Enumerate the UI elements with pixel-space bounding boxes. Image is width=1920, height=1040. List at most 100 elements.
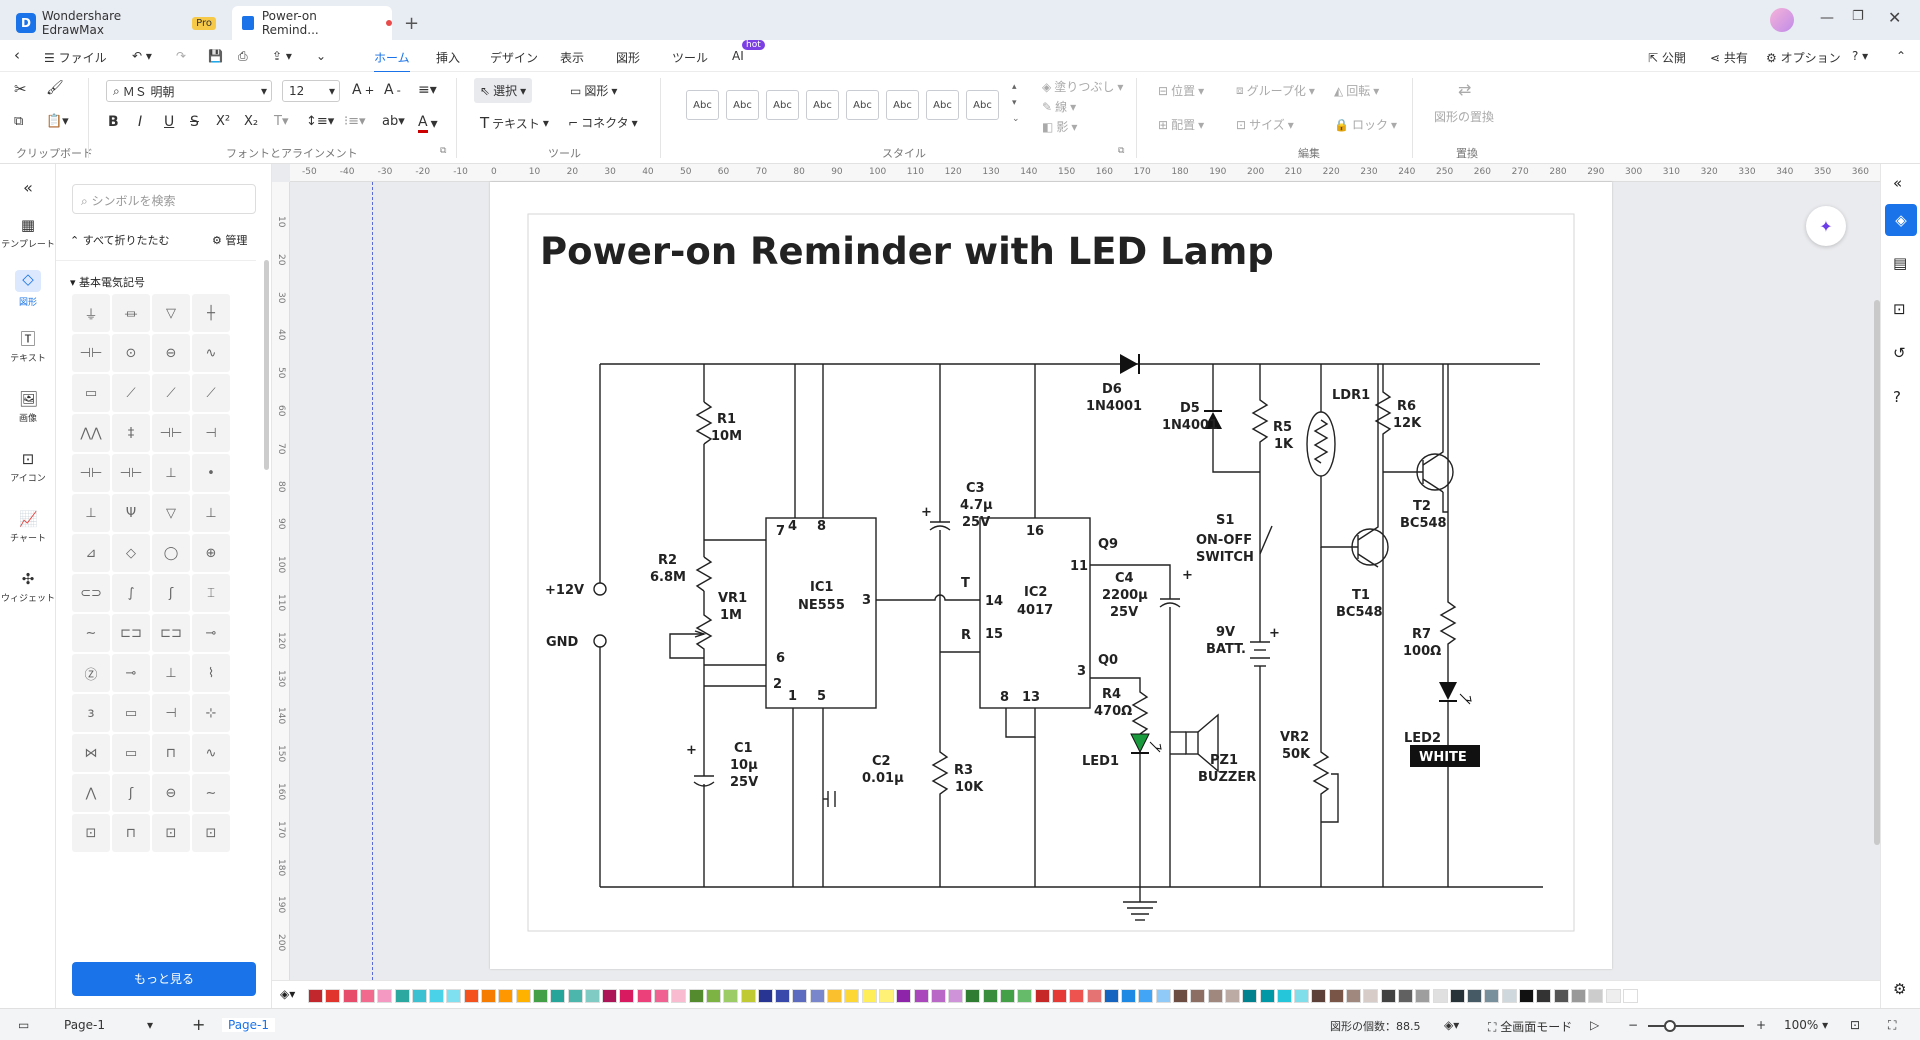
symbol-item[interactable]: ⊥: [152, 654, 190, 692]
symbol-item[interactable]: Ψ: [112, 494, 150, 532]
sidebar-item-chart[interactable]: 📈 チャート: [0, 510, 56, 544]
share-button[interactable]: ⋖ 共有: [1710, 49, 1748, 66]
diagram-title[interactable]: Power-on Reminder with LED Lamp: [540, 230, 1274, 273]
color-swatch[interactable]: [1000, 989, 1015, 1003]
zoom-level[interactable]: 100% ▾: [1784, 1018, 1828, 1032]
color-swatch[interactable]: [1017, 989, 1033, 1003]
symbol-item[interactable]: ⊣⊢: [72, 334, 110, 372]
color-swatch[interactable]: [930, 989, 946, 1003]
more-shapes-button[interactable]: もっと見る: [72, 962, 256, 996]
symbol-item[interactable]: ʃ: [152, 574, 190, 612]
diagram-page[interactable]: Power-on Reminder with LED Lamp R1 10M R…: [490, 182, 1612, 969]
presentation-icon[interactable]: ⊡: [1893, 300, 1906, 318]
replace-shape-icon[interactable]: ⇄: [1458, 80, 1471, 99]
color-swatch[interactable]: [913, 989, 929, 1003]
color-swatch[interactable]: [446, 989, 462, 1003]
color-swatch[interactable]: [1622, 989, 1638, 1003]
superscript-icon[interactable]: X²: [216, 114, 230, 129]
tab-view[interactable]: 表示: [560, 49, 584, 66]
underline-icon[interactable]: U: [164, 114, 174, 130]
bold-icon[interactable]: B: [108, 114, 119, 130]
copy-icon[interactable]: ⧉: [14, 114, 23, 129]
symbol-item[interactable]: ⊣: [152, 694, 190, 732]
style-swatch[interactable]: Abc: [766, 90, 799, 120]
symbol-item[interactable]: ⊣⊢: [72, 454, 110, 492]
color-swatch[interactable]: [1605, 989, 1621, 1003]
color-swatch[interactable]: [1155, 989, 1171, 1003]
collapse-all-button[interactable]: ⌃ すべて折りたたむ: [70, 232, 170, 248]
color-swatch[interactable]: [1103, 989, 1119, 1003]
color-swatch[interactable]: [1415, 989, 1431, 1003]
color-swatch[interactable]: [740, 989, 756, 1003]
symbol-item[interactable]: ⊕: [192, 534, 230, 572]
color-swatch[interactable]: [342, 989, 358, 1003]
color-swatch[interactable]: [429, 989, 445, 1003]
text-align-icon[interactable]: ≡▾: [418, 82, 437, 98]
close-icon[interactable]: ✕: [1888, 8, 1901, 27]
fill-button[interactable]: ◈ 塗りつぶし ▾: [1042, 78, 1123, 95]
symbol-item[interactable]: ⟋: [192, 374, 230, 412]
terminal-gnd[interactable]: [593, 634, 607, 648]
style-swatch[interactable]: Abc: [886, 90, 919, 120]
settings-icon[interactable]: ⚙: [1893, 980, 1906, 998]
style-scroll-down-icon[interactable]: ▾: [1012, 98, 1017, 108]
italic-icon[interactable]: I: [138, 114, 142, 130]
color-swatch[interactable]: [723, 989, 739, 1003]
back-icon[interactable]: ‹: [14, 46, 20, 64]
expand-panel-icon[interactable]: «: [1893, 174, 1902, 192]
symbol-item[interactable]: ∿: [192, 334, 230, 372]
page-selector[interactable]: Page-1 ▾: [64, 1018, 153, 1032]
style-scroll-up-icon[interactable]: ▴: [1012, 82, 1017, 92]
color-swatch[interactable]: [411, 989, 427, 1003]
circuit-diagram[interactable]: Power-on Reminder with LED Lamp R1 10M R…: [490, 182, 1612, 969]
zoom-slider[interactable]: [1648, 1025, 1744, 1027]
color-swatch[interactable]: [584, 989, 600, 1003]
symbol-item[interactable]: ⊥: [72, 494, 110, 532]
symbol-item[interactable]: ʃ: [112, 774, 150, 812]
color-swatch[interactable]: [532, 989, 548, 1003]
symbol-item[interactable]: ⊿: [72, 534, 110, 572]
text-case-icon[interactable]: T▾: [274, 114, 288, 129]
document-tab[interactable]: Power-on Remind...: [232, 6, 392, 40]
style-swatch[interactable]: Abc: [686, 90, 719, 120]
style-more-icon[interactable]: ⌄: [1012, 114, 1020, 124]
color-swatch[interactable]: [757, 989, 773, 1003]
color-swatch[interactable]: [1224, 989, 1240, 1003]
print-icon[interactable]: ⎙: [238, 49, 248, 64]
color-swatch[interactable]: [671, 989, 687, 1003]
fit-page-icon[interactable]: ⊡: [1850, 1018, 1860, 1032]
color-swatch[interactable]: [654, 989, 669, 1003]
symbol-item[interactable]: ⌶: [192, 574, 230, 612]
font-grow-icon[interactable]: A +: [352, 82, 374, 98]
color-swatch[interactable]: [844, 989, 860, 1003]
symbol-item[interactable]: ⋀⋀: [72, 414, 110, 452]
color-swatch[interactable]: [308, 989, 323, 1003]
color-swatch[interactable]: [809, 989, 825, 1003]
symbol-item[interactable]: ⊖: [152, 334, 190, 372]
color-swatch[interactable]: [1484, 989, 1500, 1003]
user-avatar[interactable]: [1770, 8, 1794, 32]
color-swatch[interactable]: [359, 989, 375, 1003]
color-swatch[interactable]: [1034, 989, 1050, 1003]
led2[interactable]: [1439, 682, 1472, 705]
rotate-button[interactable]: ◭ 回転 ▾: [1334, 82, 1379, 99]
color-swatch[interactable]: [1051, 989, 1067, 1003]
zoom-out-icon[interactable]: −: [1628, 1018, 1638, 1032]
font-color-icon[interactable]: A ▾: [418, 114, 438, 133]
app-tab[interactable]: D Wondershare EdrawMax Pro: [16, 6, 216, 40]
category-basic-electrical[interactable]: ▾ 基本電気記号: [70, 274, 145, 290]
color-swatch[interactable]: [878, 989, 894, 1003]
line-spacing-icon[interactable]: ↕≡▾: [306, 114, 334, 129]
play-icon[interactable]: ▷: [1590, 1018, 1599, 1032]
color-swatch[interactable]: [1086, 989, 1102, 1003]
color-swatch[interactable]: [1432, 989, 1448, 1003]
position-button[interactable]: ⊟ 位置 ▾: [1158, 82, 1204, 99]
color-swatch[interactable]: [1328, 989, 1344, 1003]
color-swatch[interactable]: [1588, 989, 1604, 1003]
style-dialog-launcher-icon[interactable]: ⧉: [1118, 146, 1124, 156]
fullscreen-button[interactable]: ⛶ 全画面モード: [1488, 1018, 1572, 1035]
led1[interactable]: [1130, 733, 1162, 754]
group-button[interactable]: ⧈ グループ化 ▾: [1236, 82, 1315, 99]
symbol-item[interactable]: ▽: [152, 494, 190, 532]
color-swatch[interactable]: [636, 989, 652, 1003]
